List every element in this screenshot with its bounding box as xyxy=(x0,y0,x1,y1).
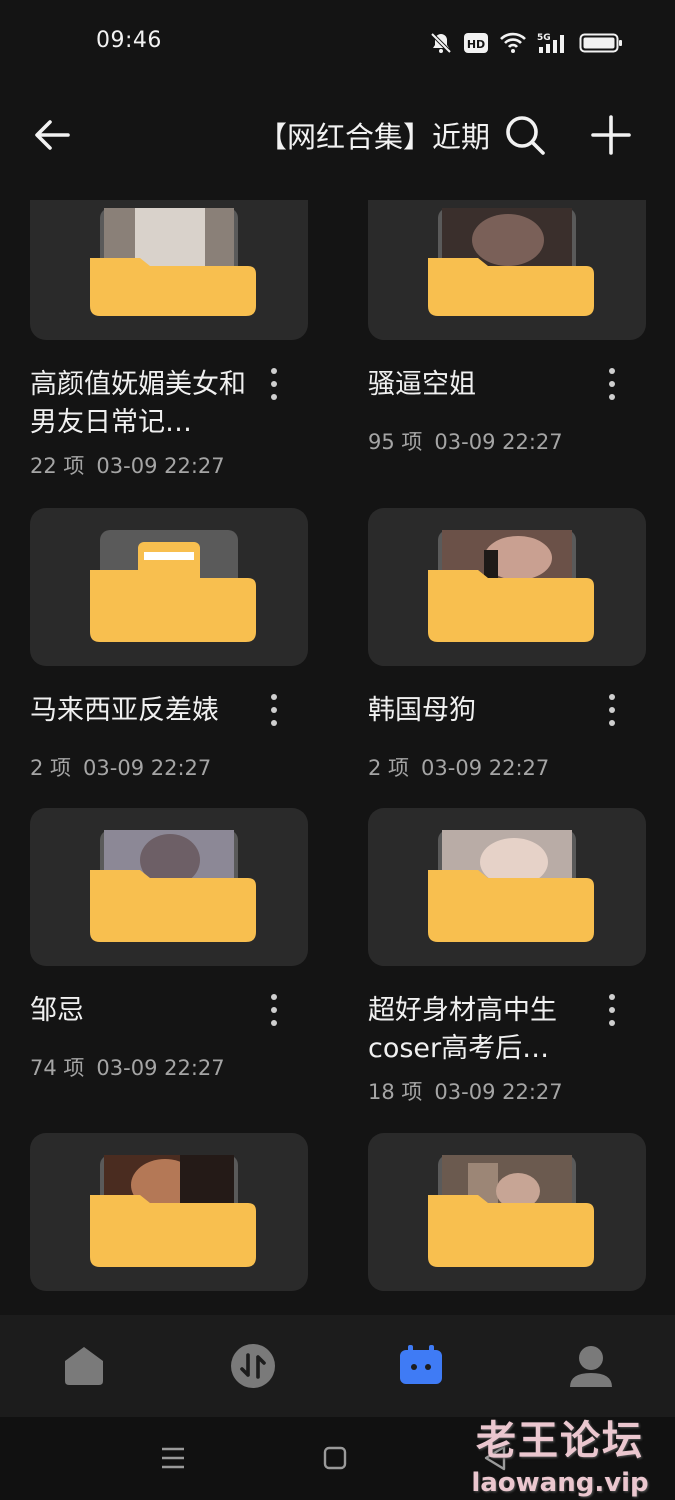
folder-icon xyxy=(90,1155,256,1267)
folder-date: 03-09 22:27 xyxy=(421,756,550,780)
hd-label: HD xyxy=(467,38,485,51)
more-options-icon[interactable] xyxy=(264,692,284,728)
folder-name: 骚逼空姐 xyxy=(368,369,476,400)
folder-icon xyxy=(90,208,256,316)
bottom-nav xyxy=(0,1315,675,1417)
page-title: 【网红合集】近期 xyxy=(258,120,491,154)
folder-thumbnail[interactable] xyxy=(30,508,308,666)
folder-icon xyxy=(90,830,256,942)
network-label: 5G xyxy=(537,33,551,43)
folder-icon xyxy=(428,1155,594,1267)
app-bar: 【网红合集】近期 xyxy=(0,90,675,180)
wifi-icon xyxy=(500,32,526,53)
status-bar: 09:46 HD 5G xyxy=(0,0,675,90)
more-options-icon[interactable] xyxy=(602,366,622,402)
folder-count: 2 项 xyxy=(368,756,410,780)
mute-icon xyxy=(430,32,452,54)
folder-date: 03-09 22:27 xyxy=(434,1080,563,1104)
profile-icon[interactable] xyxy=(566,1341,616,1391)
folder-meta: 95 项 03-09 22:27 xyxy=(368,426,563,456)
folder-meta: 2 项 03-09 22:27 xyxy=(30,752,211,782)
folder-thumbnail[interactable] xyxy=(30,808,308,966)
folder-thumbnail[interactable] xyxy=(368,508,646,666)
folder-grid: 高颜值妩媚美女和男友日常记… 22 项 03-09 22:27 骚逼空姐 95 项… xyxy=(0,200,675,1315)
folder-meta: 74 项 03-09 22:27 xyxy=(30,1052,225,1082)
folder-thumbnail[interactable] xyxy=(368,1133,646,1291)
folder-count: 74 项 xyxy=(30,1056,85,1080)
folder-name: 高颜值妩媚美女和男友日常记… xyxy=(30,369,246,438)
folder-name: 马来西亚反差婊 xyxy=(30,695,219,726)
home-square-icon[interactable] xyxy=(320,1443,350,1473)
add-icon[interactable] xyxy=(588,112,634,158)
folder-icon xyxy=(428,208,594,316)
files-icon[interactable] xyxy=(396,1341,446,1391)
folder-date: 03-09 22:27 xyxy=(434,430,563,454)
search-icon[interactable] xyxy=(502,112,548,158)
5g-signal-icon: 5G xyxy=(537,33,564,53)
folder-icon xyxy=(428,830,594,942)
folder-thumbnail[interactable] xyxy=(368,200,646,340)
folder-icon xyxy=(90,530,256,642)
folder-name: 超好身材高中生coser高考后… xyxy=(368,995,557,1064)
folder-name: 韩国母狗 xyxy=(368,695,476,726)
folder-icon xyxy=(428,530,594,642)
transfer-icon[interactable] xyxy=(228,1341,278,1391)
watermark-text-en: laowang.vip xyxy=(471,1468,649,1498)
back-arrow-icon[interactable] xyxy=(30,112,76,158)
folder-name: 邹忌 xyxy=(30,995,84,1026)
more-options-icon[interactable] xyxy=(602,692,622,728)
home-icon[interactable] xyxy=(59,1341,109,1391)
folder-count: 18 项 xyxy=(368,1080,423,1104)
folder-date: 03-09 22:27 xyxy=(83,756,212,780)
folder-thumbnail[interactable] xyxy=(368,808,646,966)
status-time: 09:46 xyxy=(96,28,162,53)
more-options-icon[interactable] xyxy=(264,366,284,402)
more-options-icon[interactable] xyxy=(602,992,622,1028)
folder-thumbnail[interactable] xyxy=(30,200,308,340)
folder-count: 2 项 xyxy=(30,756,72,780)
folder-thumbnail[interactable] xyxy=(30,1133,308,1291)
folder-count: 95 项 xyxy=(368,430,423,454)
folder-date: 03-09 22:27 xyxy=(96,454,225,478)
watermark: 老王论坛 laowang.vip xyxy=(465,1408,655,1498)
battery-icon xyxy=(579,33,622,53)
status-icons: HD 5G xyxy=(429,28,623,58)
folder-meta: 2 项 03-09 22:27 xyxy=(368,752,549,782)
folder-date: 03-09 22:27 xyxy=(96,1056,225,1080)
folder-count: 22 项 xyxy=(30,454,85,478)
hd-icon: HD xyxy=(464,33,488,53)
folder-meta: 18 项 03-09 22:27 xyxy=(368,1076,563,1106)
menu-icon[interactable] xyxy=(158,1443,188,1473)
folder-meta: 22 项 03-09 22:27 xyxy=(30,450,225,480)
more-options-icon[interactable] xyxy=(264,992,284,1028)
watermark-text-cn: 老王论坛 xyxy=(476,1418,644,1464)
